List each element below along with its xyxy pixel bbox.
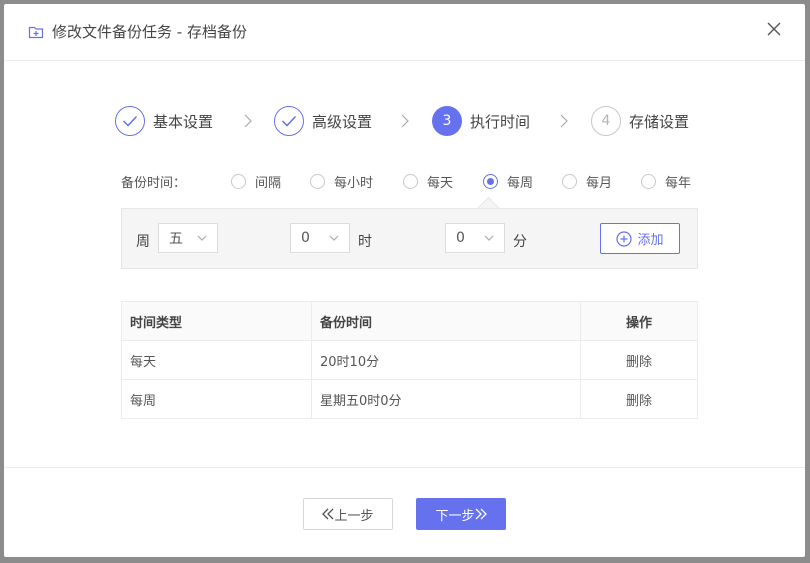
- step-number: 4: [591, 106, 621, 136]
- plus-circle-icon: [616, 230, 633, 247]
- cell-time-type: 每周: [121, 379, 312, 419]
- table-header-row: 时间类型 备份时间 操作: [121, 301, 698, 341]
- weekday-value: 五: [169, 231, 183, 247]
- radio-hourly[interactable]: 每小时: [310, 172, 373, 191]
- radio-circle-icon: [310, 174, 325, 189]
- dialog-header: 修改文件备份任务 - 存档备份: [4, 4, 805, 61]
- minute-value: 0: [456, 230, 465, 246]
- previous-step-button[interactable]: 上一步: [303, 498, 393, 530]
- radio-circle-icon: [641, 174, 656, 189]
- step-label: 基本设置: [153, 112, 214, 131]
- radio-circle-icon: [231, 174, 246, 189]
- hour-unit-label: 时: [358, 234, 372, 250]
- double-chevron-right-icon: [475, 508, 487, 520]
- radio-daily[interactable]: 每天: [403, 172, 453, 191]
- radio-checked-icon: [483, 174, 498, 189]
- step-label: 存储设置: [629, 112, 690, 131]
- radio-interval[interactable]: 间隔: [231, 172, 281, 191]
- week-label: 周: [136, 234, 150, 250]
- folder-add-icon: [28, 26, 44, 39]
- double-chevron-left-icon: [322, 508, 334, 520]
- weekly-schedule-panel: 周 五 0 时 0 分 添加: [121, 208, 698, 269]
- chevron-right-icon: [560, 114, 568, 128]
- chevron-down-icon: [197, 235, 207, 241]
- hour-select[interactable]: 0: [290, 223, 350, 253]
- backup-time-label: 备份时间：: [121, 176, 187, 191]
- hour-value: 0: [301, 230, 310, 246]
- chevron-down-icon: [484, 235, 494, 241]
- step-advanced-settings: 高级设置: [274, 104, 372, 138]
- close-icon[interactable]: [765, 20, 783, 38]
- dialog-title: 修改文件备份任务 - 存档备份: [52, 23, 247, 41]
- cell-backup-time: 20时10分: [311, 340, 581, 380]
- radio-label: 间隔: [255, 176, 282, 191]
- col-action: 操作: [580, 301, 698, 341]
- radio-label: 每周: [507, 176, 534, 191]
- minute-select[interactable]: 0: [445, 223, 505, 253]
- backup-task-dialog: 修改文件备份任务 - 存档备份 基本设置 高级设置 3 执行时间 4 存储设置: [4, 4, 805, 557]
- radio-yearly[interactable]: 每年: [641, 172, 691, 191]
- step-label: 高级设置: [312, 112, 373, 131]
- next-label: 下一步: [435, 508, 475, 524]
- radio-label: 每月: [586, 176, 613, 191]
- chevron-right-icon: [244, 114, 252, 128]
- col-backup-time: 备份时间: [311, 301, 581, 341]
- cell-backup-time: 星期五0时0分: [311, 379, 581, 419]
- step-indicator: 基本设置 高级设置 3 执行时间 4 存储设置: [4, 104, 805, 144]
- step-basic-settings: 基本设置: [115, 104, 213, 138]
- radio-monthly[interactable]: 每月: [562, 172, 612, 191]
- step-execution-time: 3 执行时间: [432, 104, 530, 138]
- radio-weekly[interactable]: 每周: [483, 172, 533, 191]
- cell-time-type: 每天: [121, 340, 312, 380]
- add-button-label: 添加: [637, 233, 664, 248]
- step-label: 执行时间: [470, 112, 531, 131]
- check-icon: [115, 106, 145, 136]
- weekday-select[interactable]: 五: [158, 223, 218, 253]
- backup-frequency-group: 备份时间： 间隔 每小时 每天 每周 每月 每年: [121, 170, 701, 194]
- radio-label: 每小时: [334, 176, 374, 191]
- add-schedule-button[interactable]: 添加: [600, 223, 680, 254]
- minute-unit-label: 分: [513, 234, 527, 250]
- chevron-right-icon: [401, 114, 409, 128]
- radio-circle-icon: [562, 174, 577, 189]
- step-storage-settings: 4 存储设置: [591, 104, 689, 138]
- delete-link[interactable]: 删除: [580, 340, 698, 380]
- chevron-down-icon: [329, 235, 339, 241]
- step-number: 3: [432, 106, 462, 136]
- previous-label: 上一步: [334, 508, 374, 524]
- check-icon: [274, 106, 304, 136]
- table-row: 每周 星期五0时0分 删除: [121, 379, 698, 419]
- delete-link[interactable]: 删除: [580, 379, 698, 419]
- schedule-table: 时间类型 备份时间 操作 每天 20时10分 删除 每周 星期五0时0分 删除: [121, 301, 698, 419]
- radio-circle-icon: [403, 174, 418, 189]
- radio-label: 每天: [427, 176, 454, 191]
- table-row: 每天 20时10分 删除: [121, 340, 698, 380]
- radio-label: 每年: [665, 176, 692, 191]
- dialog-footer: 上一步 下一步: [4, 467, 805, 557]
- next-step-button[interactable]: 下一步: [416, 498, 506, 530]
- col-time-type: 时间类型: [121, 301, 312, 341]
